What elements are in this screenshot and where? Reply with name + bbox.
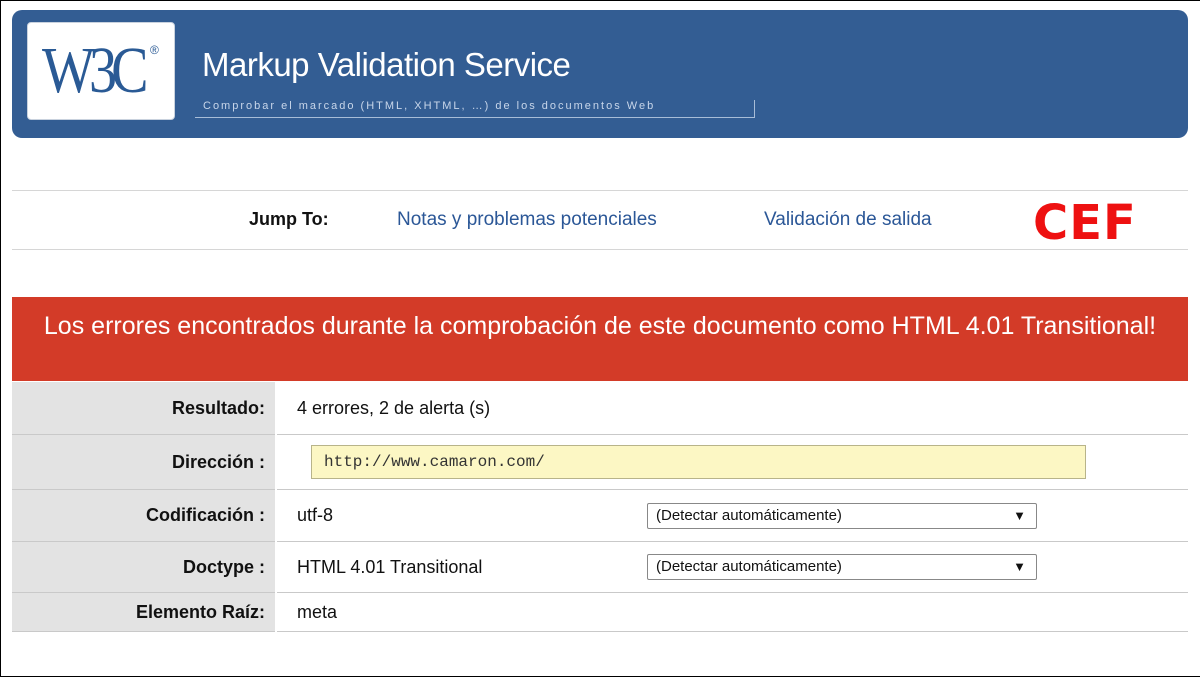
subtitle-block: Comprobar el marcado (HTML, XHTML, …) de… [195, 100, 755, 118]
jump-label: Jump To: [249, 209, 329, 229]
doctype-select-value: (Detectar automáticamente) [656, 558, 842, 575]
root-element-label: Elemento Raíz: [12, 592, 277, 632]
registered-mark: ® [150, 43, 159, 57]
page-subtitle: Comprobar el marcado (HTML, XHTML, …) de… [203, 100, 656, 112]
validation-info-table: Resultado: 4 errores, 2 de alerta (s) Di… [12, 382, 1188, 632]
jump-link-output[interactable]: Validación de salida [764, 209, 932, 231]
doctype-value: HTML 4.01 Transitional [276, 541, 617, 593]
table-row: Doctype : HTML 4.01 Transitional (Detect… [12, 541, 1188, 593]
result-label: Resultado: [12, 382, 277, 435]
header-banner: W3C ® Markup Validation Service Comproba… [12, 10, 1188, 138]
root-element-value: meta [276, 592, 1188, 632]
jump-link-notes[interactable]: Notas y problemas potenciales [397, 209, 657, 231]
w3c-logo[interactable]: W3C ® [27, 22, 175, 120]
result-banner: Los errores encontrados durante la compr… [12, 297, 1188, 381]
table-row: Resultado: 4 errores, 2 de alerta (s) [12, 382, 1188, 435]
result-value: 4 errores, 2 de alerta (s) [276, 382, 1188, 435]
encoding-select-value: (Detectar automáticamente) [656, 506, 842, 524]
table-row: Elemento Raíz: meta [12, 592, 1188, 632]
doctype-label: Doctype : [12, 541, 277, 593]
address-input[interactable] [311, 445, 1086, 479]
triangle-down-icon: ▼ [1013, 507, 1026, 523]
address-label: Dirección : [12, 434, 277, 490]
jump-nav: Jump To: Notas y problemas potenciales V… [12, 190, 1188, 251]
logo-text: W3C [42, 34, 149, 107]
encoding-select[interactable]: (Detectar automáticamente) ▼ [647, 502, 1037, 529]
cef-stamp: CEF [1033, 195, 1137, 251]
subtitle-underline [195, 117, 755, 118]
encoding-value: utf-8 [276, 489, 617, 542]
subtitle-divider [754, 100, 755, 118]
table-row: Codificación : utf-8 (Detectar automátic… [12, 489, 1188, 542]
doctype-select[interactable]: (Detectar automáticamente) ▼ [647, 554, 1037, 580]
page-title: Markup Validation Service [202, 46, 571, 83]
encoding-label: Codificación : [12, 489, 277, 542]
table-row: Dirección : [12, 434, 1188, 490]
triangle-down-icon: ▼ [1013, 559, 1026, 574]
